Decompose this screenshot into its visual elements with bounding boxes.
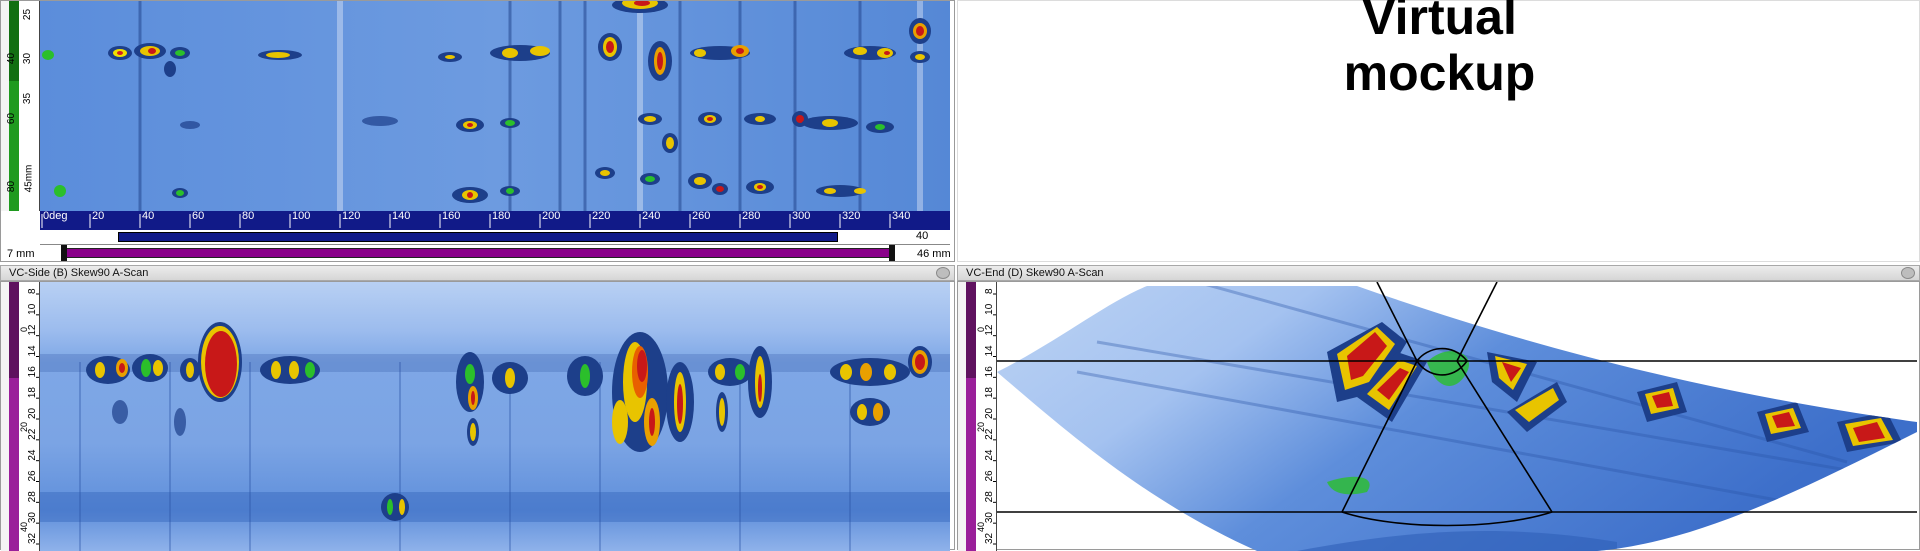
- scale-label: 24: [27, 449, 38, 461]
- range-scrollbar-left-handle[interactable]: [61, 245, 67, 261]
- depth-scale-white: [1, 1, 9, 211]
- scale-label: 26: [27, 470, 38, 482]
- title-line-1: Virtual: [1362, 0, 1517, 45]
- c-scan-image: [40, 1, 950, 211]
- outer-scale-label: 0: [976, 327, 986, 332]
- scale-label: 32: [984, 532, 995, 544]
- scale-label: 28: [984, 491, 995, 503]
- ruler-label: 200: [542, 210, 561, 222]
- ruler-label: 320: [842, 210, 861, 222]
- ruler-label: 0deg: [43, 210, 68, 222]
- scale-label: 26: [984, 470, 995, 482]
- scroll-max-label: 46 mm: [917, 248, 951, 260]
- b-scan-image: [40, 282, 950, 551]
- scale-label: 18: [984, 387, 995, 399]
- bottom-left-title: VC-Side (B) Skew90 A-Scan: [9, 267, 149, 279]
- ruler-label: 160: [442, 210, 461, 222]
- bscan-scale-svg: 810121416182022242628303202040: [19, 288, 39, 545]
- depth-label: 40: [6, 52, 18, 65]
- depth-label: 35: [22, 92, 34, 105]
- scale-label: 10: [27, 303, 38, 315]
- scale-label: 24: [984, 449, 995, 461]
- ruler-label: 300: [792, 210, 811, 222]
- range-scrollbar-right-handle[interactable]: [889, 245, 895, 261]
- outer-scale-label: 40: [19, 522, 29, 532]
- virtual-mockup-title: Virtual mockup: [958, 0, 1920, 101]
- scale-label: 16: [984, 366, 995, 378]
- title-line-2: mockup: [1343, 45, 1536, 101]
- scan-axis-end-value: 40: [916, 230, 929, 242]
- ruler-label: 80: [242, 210, 255, 222]
- ruler-label: 40: [142, 210, 155, 222]
- bottom-left-panel: 8 10 12 14 16 18 20 22 24 26 28 30 32 0 20 40: [0, 281, 955, 551]
- scale-label: 28: [27, 491, 38, 503]
- depth-scale-green-dark: [9, 1, 19, 81]
- depth-label: 25: [22, 8, 34, 21]
- dscan-scale-svg: 810121416182022242628303202040: [976, 288, 996, 545]
- ruler-label: 240: [642, 210, 661, 222]
- depth-label: 45mm: [23, 164, 35, 193]
- scale-label: 30: [984, 512, 995, 524]
- bottom-right-title: VC-End (D) Skew90 A-Scan: [966, 267, 1104, 279]
- top-left-panel: 25 40 30 60 35 80 45mm 0deg 20 40 60 80 …: [0, 0, 955, 262]
- scale-label: 16: [27, 366, 38, 378]
- outer-scale-label: 20: [19, 422, 29, 432]
- ruler-label: 280: [742, 210, 761, 222]
- scale-label: 14: [27, 345, 38, 357]
- ruler-label: 120: [342, 210, 361, 222]
- ruler-label: 180: [492, 210, 511, 222]
- ruler-label: 340: [892, 210, 911, 222]
- index-ruler: 0deg 20 40 60 80 100 120 140 160 180 200…: [40, 210, 950, 230]
- scale-label: 8: [27, 288, 38, 294]
- scale-label: 18: [27, 387, 38, 399]
- scale-label: 20: [984, 407, 995, 419]
- panel-menu-icon[interactable]: [1901, 267, 1915, 279]
- ruler-label: 60: [192, 210, 205, 222]
- bottom-right-title-bar[interactable]: VC-End (D) Skew90 A-Scan: [957, 265, 1920, 281]
- depth-scale-labels-col: 25 40 30 60 35 80 45mm: [6, 1, 40, 211]
- range-scrollbar[interactable]: [63, 248, 893, 258]
- scale-label: 20: [27, 407, 38, 419]
- scan-axis-band: 40: [40, 230, 950, 245]
- ruler-label: 220: [592, 210, 611, 222]
- scale-label: 8: [984, 288, 995, 294]
- ruler-label: 140: [392, 210, 411, 222]
- scale-label: 10: [984, 303, 995, 315]
- depth-label: 30: [22, 52, 34, 65]
- panel-menu-icon[interactable]: [936, 267, 950, 279]
- bottom-left-title-bar[interactable]: VC-Side (B) Skew90 A-Scan: [0, 265, 955, 281]
- depth-label: 60: [6, 112, 18, 125]
- ruler-label: 100: [292, 210, 311, 222]
- depth-label: 80: [6, 180, 18, 193]
- ruler-label: 260: [692, 210, 711, 222]
- outer-scale-label: 20: [976, 422, 986, 432]
- top-right-panel: Virtual mockup: [957, 0, 1920, 262]
- scan-axis-track: [118, 232, 838, 242]
- scroll-range-row: 7 mm 46 mm: [1, 244, 954, 262]
- virtual-3d-view: [997, 282, 1917, 551]
- ruler-label: 20: [92, 210, 105, 222]
- bottom-right-panel: 8 10 12 14 16 18 20 22 24 26 28 30 32 0 20 40: [957, 281, 1920, 551]
- scale-label: 32: [27, 532, 38, 544]
- scroll-min-label: 7 mm: [7, 248, 35, 260]
- outer-scale-label: 0: [19, 327, 29, 332]
- outer-scale-label: 40: [976, 522, 986, 532]
- scale-label: 30: [27, 512, 38, 524]
- scale-label: 14: [984, 345, 995, 357]
